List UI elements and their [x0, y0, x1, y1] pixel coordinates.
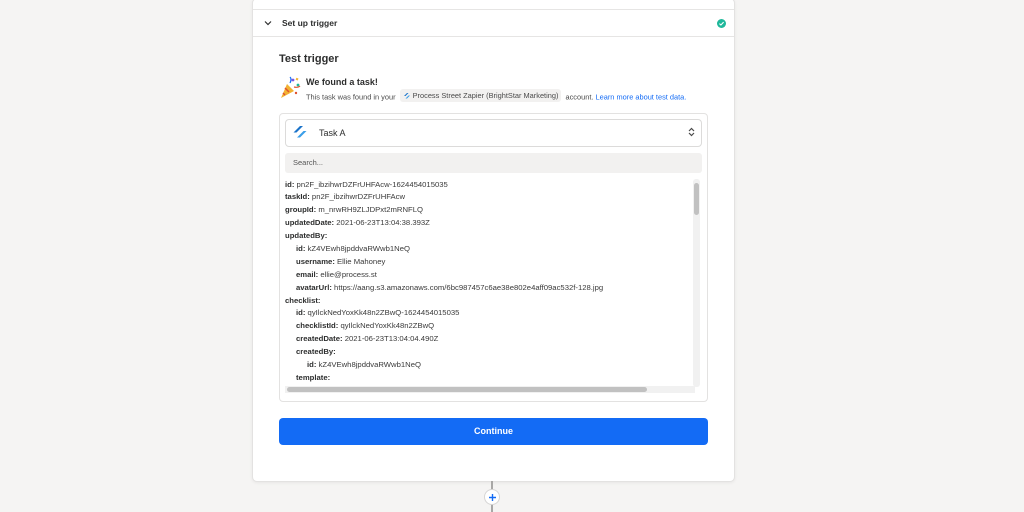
- tree-row: id: pn2F_ibzihwrDZFrUHFAcw-1624454015035: [285, 179, 448, 189]
- tree-row: avatarUrl: https://aang.s3.amazonaws.com…: [296, 282, 604, 292]
- task-select[interactable]: Task A: [285, 118, 702, 147]
- account-name: Process Street Zapier (BrightStar Market…: [412, 91, 559, 100]
- tree-row: createdBy:: [296, 347, 336, 357]
- data-tree-viewport: id: pn2F_ibzihwrDZFrUHFAcw-1624454015035…: [285, 178, 702, 393]
- tree-row: groupId: m_nrwRH9ZLJDPxt2mRNFLQ: [285, 205, 423, 215]
- test-data-panel: Task A id: pn2F_ibzihwrDZFrUHFAcw-162445…: [279, 112, 708, 402]
- vertical-scrollbar-thumb[interactable]: [694, 182, 699, 215]
- tree-row: id: kZ4VEwh8jpddvaRWwb1NeQ: [296, 243, 410, 253]
- tree-row: template:: [296, 372, 331, 382]
- vertical-scrollbar[interactable]: [693, 178, 700, 387]
- found-description: This task was found in your Process Stre…: [306, 89, 694, 104]
- section-title: Test trigger: [279, 53, 339, 65]
- tree-row: id: kZ4VEwh8jpddvaRWwb1NeQ: [307, 359, 421, 369]
- found-title: We found a task!: [306, 77, 378, 87]
- step-header[interactable]: Set up trigger: [253, 10, 734, 37]
- continue-button[interactable]: Continue: [279, 417, 708, 445]
- found-prefix: This task was found in your: [306, 92, 396, 102]
- tree-row: createdDate: 2021-06-23T13:04:04.490Z: [296, 334, 439, 344]
- plus-icon: [488, 493, 496, 501]
- found-suffix: account.: [565, 92, 594, 102]
- tree-row: updatedDate: 2021-06-23T13:04:38.393Z: [285, 218, 430, 228]
- tree-row: email: ellie@process.st: [296, 269, 377, 279]
- card-top-strip: [253, 0, 734, 10]
- tree-row: updatedBy:: [285, 231, 328, 241]
- tree-row: id: qyIlckNedYoxKk48n2ZBwQ-1624454015035: [296, 308, 460, 318]
- horizontal-scrollbar-thumb[interactable]: [287, 386, 647, 392]
- tree-row: checklistId: qyIlckNedYoxKk48n2ZBwQ: [296, 321, 435, 331]
- party-popper-icon: [279, 76, 301, 100]
- check-circle-icon: [717, 18, 726, 28]
- learn-more-link[interactable]: Learn more about test data.: [596, 93, 687, 102]
- horizontal-scrollbar[interactable]: [285, 385, 695, 393]
- chevron-down-icon[interactable]: [261, 16, 275, 30]
- search-input[interactable]: [285, 152, 702, 173]
- process-street-icon: [403, 92, 410, 98]
- trigger-step-card: Set up trigger Test trigger We found a t…: [252, 0, 735, 482]
- task-select-value: Task A: [319, 127, 346, 138]
- account-pill: Process Street Zapier (BrightStar Market…: [399, 89, 562, 102]
- process-street-icon: [292, 124, 309, 141]
- found-message: We found a task! This task was found in …: [279, 76, 708, 104]
- add-step-button[interactable]: [484, 489, 500, 505]
- tree-row: taskId: pn2F_ibzihwrDZFrUHFAcw: [285, 192, 406, 202]
- tree-row: username: Ellie Mahoney: [296, 256, 386, 266]
- test-trigger-section: Test trigger We found a task! This task …: [253, 37, 734, 445]
- data-tree: id: pn2F_ibzihwrDZFrUHFAcw-1624454015035…: [285, 179, 690, 385]
- tree-row: checklist:: [285, 295, 321, 305]
- sort-arrows-icon: [688, 124, 695, 142]
- step-title: Set up trigger: [282, 18, 338, 28]
